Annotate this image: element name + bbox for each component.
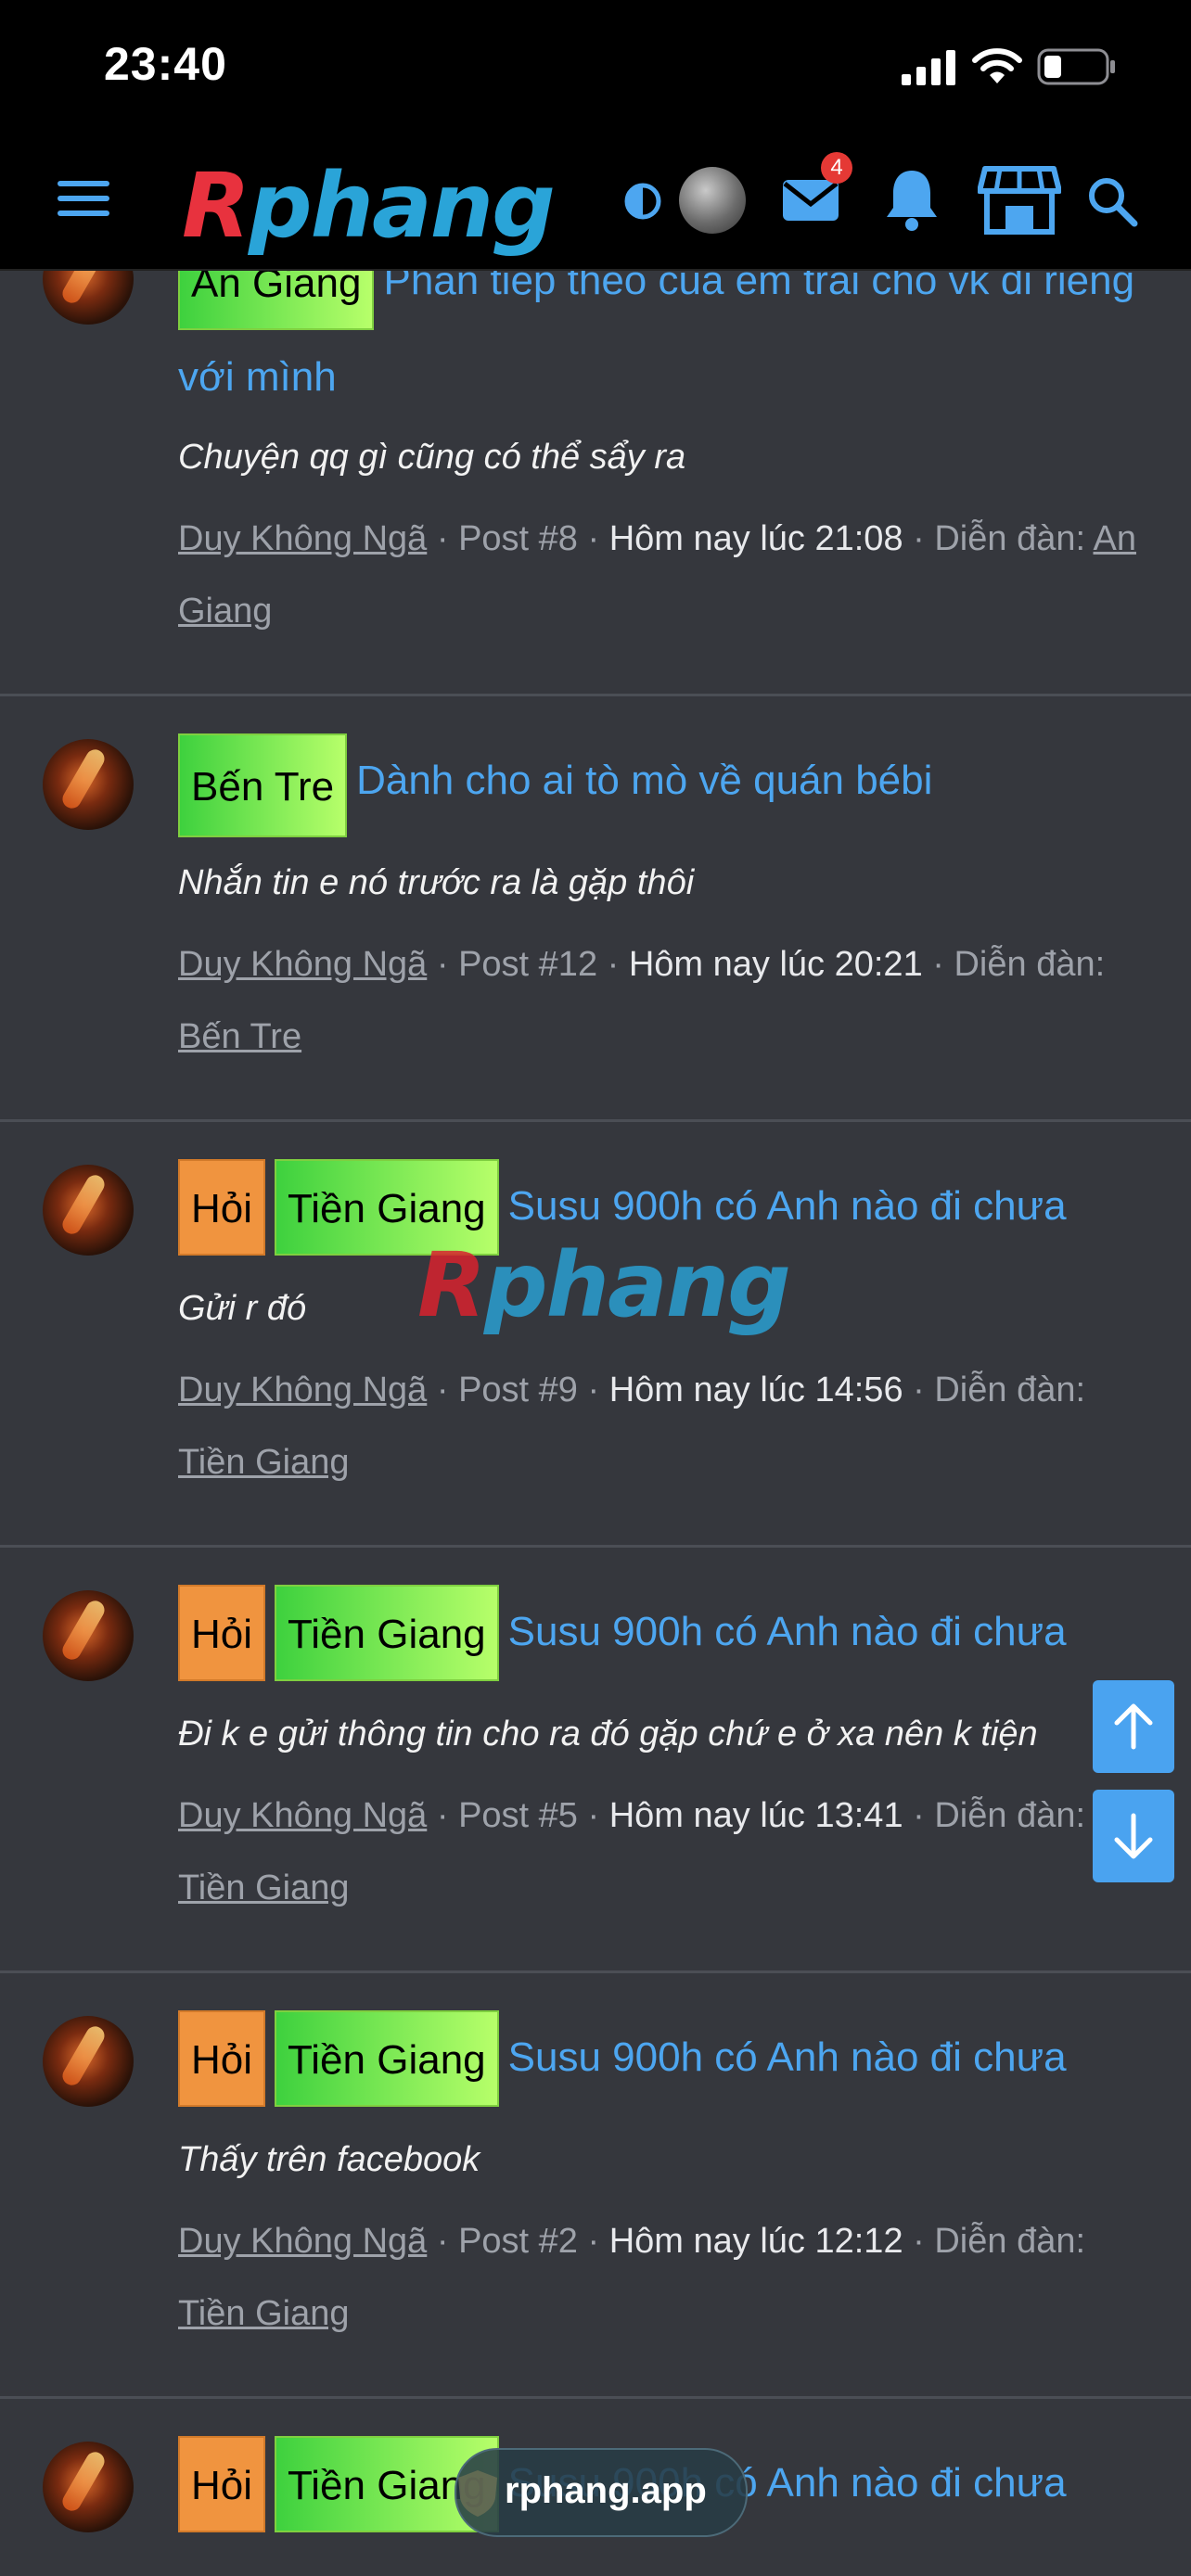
prefix-tag-question[interactable]: Hỏi [178,2010,266,2107]
thread-title[interactable]: Susu 900h có Anh nào đi chưa [508,1609,1067,1654]
post-time: Hôm nay lúc 13:41 [608,1796,903,1835]
avatar[interactable] [43,1590,134,1681]
user-avatar[interactable] [679,167,746,234]
thread-title[interactable]: Dành cho ai tò mò về quán bébi [356,758,932,803]
arrow-down-icon [1114,1813,1153,1859]
post-meta: Duy Không Ngã · Post #8 · Hôm nay lúc 21… [178,519,1136,631]
prefix-tag-question[interactable]: Hỏi [178,1585,266,1681]
avatar[interactable] [43,739,134,830]
store-icon[interactable] [978,163,1061,237]
list-item[interactable]: Hỏi Tiền Giang Susu 900h có Anh nào đi chư… [0,1973,1191,2399]
avatar[interactable] [43,2016,134,2107]
post-number[interactable]: Post #12 [458,945,597,984]
prefix-tag[interactable]: Bến Tre [178,733,348,837]
forum-label: Diễn đàn: [934,519,1086,558]
forum-link[interactable]: Bến Tre [178,1017,301,1056]
forum-link[interactable]: Tiền Giang [178,1443,349,1482]
app-domain-label: rphang.app [505,2470,707,2511]
avatar[interactable] [43,2442,134,2532]
scroll-to-top-button[interactable] [1093,1680,1174,1773]
wifi-icon [972,48,1022,83]
post-snippet: Chuyện qq gì cũng có thể sẩy ra [178,438,686,477]
thread-title-line[interactable]: Bến Tre Dành cho ai tò mò về quán bébi [178,733,1161,837]
post-snippet: Nhắn tin e nó trước ra là gặp thôi [178,863,695,902]
prefix-tag-question[interactable]: Hỏi [178,1159,266,1256]
list-item[interactable]: An Giang Phần tiếp theo của em trai cho v… [0,234,1191,696]
avatar[interactable] [43,1165,134,1256]
post-time: Hôm nay lúc 12:12 [608,2222,903,2261]
prefix-tag-question[interactable]: Hỏi [178,2436,266,2532]
list-item[interactable]: Hỏi Tiền Giang Susu 900h có Anh nào đi chư… [0,1548,1191,1973]
status-time: 23:40 [104,38,227,90]
mail-unread-badge: 4 [821,152,852,184]
cellular-signal-icon [902,50,955,85]
arrow-up-icon [1114,1703,1153,1750]
author-link[interactable]: Duy Không Ngã [178,1796,427,1835]
thread-title-line[interactable]: Hỏi Tiền Giang Susu 900h có Anh nào đi chư… [178,2010,1161,2107]
battery-icon [1037,48,1115,85]
post-number[interactable]: Post #5 [458,1796,578,1835]
post-time: Hôm nay lúc 21:08 [608,519,903,558]
notification-bell-icon[interactable] [885,167,939,232]
forum-label: Diễn đàn: [934,1371,1086,1409]
post-snippet: Thấy trên facebook [178,2140,480,2179]
post-number[interactable]: Post #9 [458,1371,578,1409]
post-meta: Duy Không Ngã · Post #2 · Hôm nay lúc 12… [178,2222,1086,2333]
forum-label: Diễn đàn: [934,1796,1086,1835]
thread-title[interactable]: Susu 900h có Anh nào đi chưa [508,1183,1067,1229]
thread-title[interactable]: Susu 900h có Anh nào đi chưa [508,2034,1067,2080]
post-meta: Duy Không Ngã · Post #5 · Hôm nay lúc 13… [178,1796,1086,1907]
prefix-tag-region[interactable]: Tiền Giang [275,1585,499,1681]
author-link[interactable]: Duy Không Ngã [178,1371,427,1409]
prefix-tag-region[interactable]: Tiền Giang [275,2010,499,2107]
forum-link[interactable]: Tiền Giang [178,1868,349,1907]
post-number[interactable]: Post #8 [458,519,578,558]
app-domain-pill[interactable]: rphang.app [455,2448,748,2537]
app-shield-icon [458,2470,497,2517]
theme-toggle-icon[interactable] [623,182,662,221]
post-time: Hôm nay lúc 14:56 [608,1371,903,1409]
forum-link[interactable]: Tiền Giang [178,2294,349,2333]
forum-label: Diễn đàn: [954,945,1106,984]
list-item[interactable]: Bến Tre Dành cho ai tò mò về quán bébi Nh… [0,696,1191,1122]
author-link[interactable]: Duy Không Ngã [178,945,427,984]
forum-label: Diễn đàn: [934,2222,1086,2261]
author-link[interactable]: Duy Không Ngã [178,2222,427,2261]
post-meta: Duy Không Ngã · Post #12 · Hôm nay lúc 2… [178,945,1106,1056]
menu-icon[interactable] [58,178,109,219]
post-snippet: Đi k e gửi thông tin cho ra đó gặp chứ e… [178,1715,1038,1753]
site-logo[interactable]: Rphang [182,154,556,258]
post-meta: Duy Không Ngã · Post #9 · Hôm nay lúc 14… [178,1371,1086,1482]
post-number[interactable]: Post #2 [458,2222,578,2261]
thread-title-line[interactable]: Hỏi Tiền Giang Susu 900h có Anh nào đi chư… [178,1585,1161,1681]
scroll-to-bottom-button[interactable] [1093,1790,1174,1882]
post-snippet: Gửi r đó [178,1289,307,1328]
site-watermark: Rphang [417,1233,791,1337]
author-link[interactable]: Duy Không Ngã [178,519,427,558]
top-navigation: Rphang [0,135,1191,271]
post-time: Hôm nay lúc 20:21 [628,945,923,984]
status-bar: 23:40 [0,0,1191,135]
search-icon[interactable] [1085,174,1139,228]
